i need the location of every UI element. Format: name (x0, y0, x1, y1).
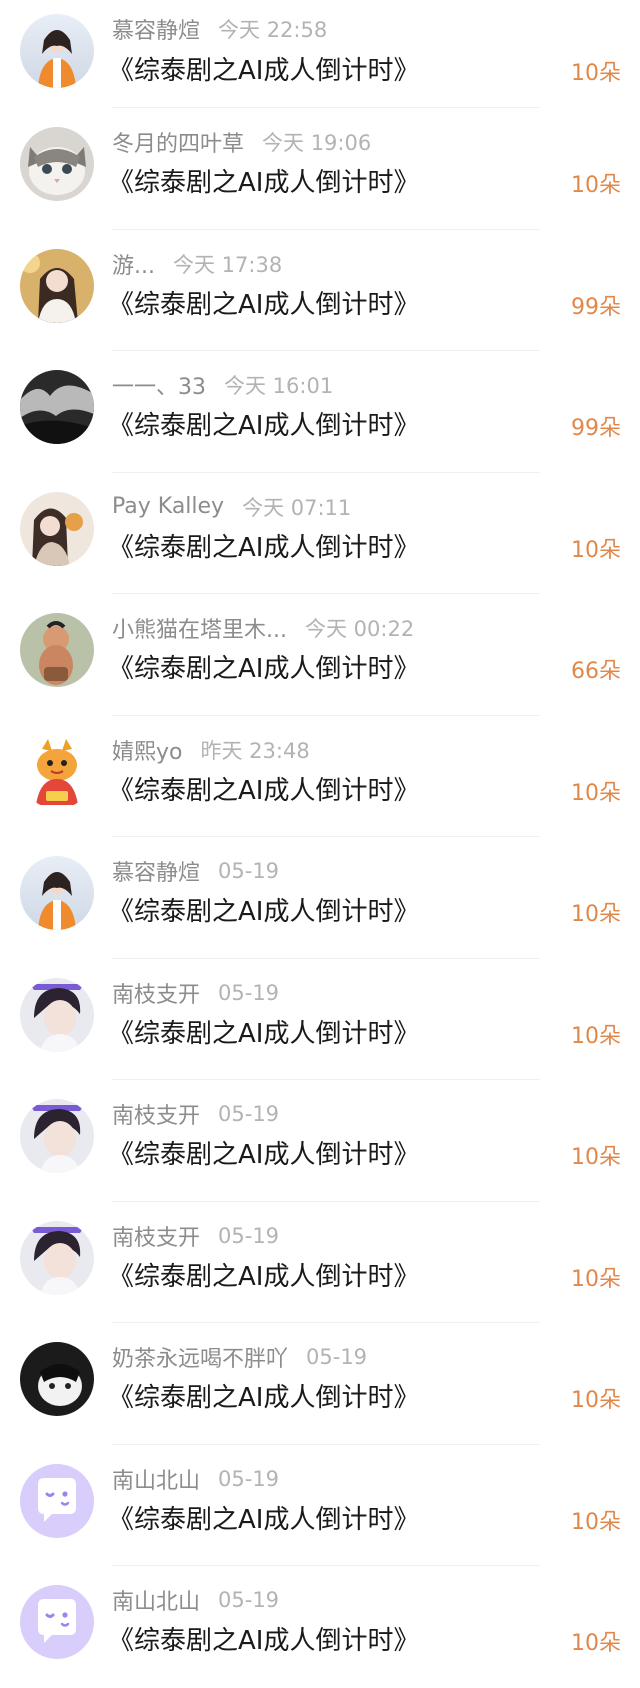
username[interactable]: 南山北山 (112, 1463, 200, 1495)
list-item[interactable]: 小熊猫在塔里木... 今天 00:22 《综泰剧之AI成人倒计时》 66朵 (0, 594, 640, 716)
list-item[interactable]: 南枝支开 05-19 《综泰剧之AI成人倒计时》 10朵 (0, 1080, 640, 1202)
timestamp: 今天 16:01 (224, 374, 334, 398)
timestamp: 05-19 (218, 859, 280, 883)
list-item[interactable]: 冬月的四叶草 今天 19:06 《综泰剧之AI成人倒计时》 10朵 (0, 108, 640, 230)
avatar[interactable] (20, 14, 94, 88)
avatar[interactable] (20, 491, 94, 566)
book-title[interactable]: 《综泰剧之AI成人倒计时》 (108, 648, 419, 685)
avatar[interactable] (20, 1342, 94, 1416)
avatar[interactable] (20, 1099, 94, 1173)
username[interactable]: 慕容静煊 (112, 855, 200, 887)
flower-count: 10朵 (571, 902, 621, 927)
book-title[interactable]: 《综泰剧之AI成人倒计时》 (108, 527, 419, 564)
username[interactable]: 南枝支开 (112, 977, 200, 1009)
book-title[interactable]: 《综泰剧之AI成人倒计时》 (108, 1256, 419, 1293)
list-item[interactable]: 婧熙yo 昨天 23:48 《综泰剧之AI成人倒计时》 10朵 (0, 716, 640, 837)
list-item[interactable]: 南枝支开 05-19 《综泰剧之AI成人倒计时》 10朵 (0, 1202, 640, 1323)
flower-count: 10朵 (571, 173, 621, 198)
book-title[interactable]: 《综泰剧之AI成人倒计时》 (108, 1013, 419, 1050)
avatar[interactable] (20, 613, 94, 687)
username[interactable]: 奶茶永远喝不胖吖 (112, 1341, 288, 1373)
username[interactable]: 南山北山 (112, 1584, 200, 1616)
username[interactable]: 小熊猫在塔里木... (112, 612, 287, 644)
book-title[interactable]: 《综泰剧之AI成人倒计时》 (108, 405, 419, 442)
list-item[interactable]: 南山北山 05-19 《综泰剧之AI成人倒计时》 10朵 (0, 1445, 640, 1566)
book-title[interactable]: 《综泰剧之AI成人倒计时》 (108, 1620, 419, 1657)
timestamp: 今天 19:06 (262, 131, 372, 155)
flower-count: 10朵 (571, 61, 621, 86)
list-item[interactable]: 奶茶永远喝不胖吖 05-19 《综泰剧之AI成人倒计时》 10朵 (0, 1323, 640, 1445)
flower-count: 10朵 (571, 1023, 621, 1049)
avatar[interactable] (20, 127, 94, 201)
username[interactable]: 慕容静煊 (112, 13, 200, 45)
username[interactable]: 冬月的四叶草 (112, 126, 244, 158)
username[interactable]: 南枝支开 (112, 1098, 200, 1130)
list-item[interactable]: Pay Kalley 今天 07:11 《综泰剧之AI成人倒计时》 10朵 (0, 473, 640, 594)
list-item[interactable]: 慕容静煊 今天 22:58 《综泰剧之AI成人倒计时》 10朵 (0, 0, 640, 108)
book-title[interactable]: 《综泰剧之AI成人倒计时》 (108, 162, 419, 199)
gift-record-list: 慕容静煊 今天 22:58 《综泰剧之AI成人倒计时》 10朵 冬月的四叶草 今… (0, 0, 640, 1688)
avatar[interactable] (20, 248, 94, 323)
flower-count: 66朵 (571, 659, 621, 684)
timestamp: 今天 00:22 (304, 617, 415, 641)
book-title[interactable]: 《综泰剧之AI成人倒计时》 (108, 50, 419, 87)
avatar[interactable] (20, 370, 94, 444)
avatar[interactable] (20, 734, 94, 809)
username[interactable]: 一一、33 (112, 369, 206, 401)
timestamp: 今天 07:11 (242, 495, 352, 520)
timestamp: 05-19 (218, 980, 280, 1005)
flower-count: 99朵 (571, 294, 621, 320)
avatar[interactable] (20, 1463, 94, 1538)
username[interactable]: Pay Kalley (112, 494, 224, 519)
timestamp: 今天 17:38 (172, 252, 283, 277)
book-title[interactable]: 《综泰剧之AI成人倒计时》 (108, 891, 419, 928)
timestamp: 昨天 23:48 (200, 738, 310, 763)
avatar[interactable] (20, 1220, 94, 1295)
flower-count: 10朵 (571, 1145, 621, 1170)
avatar[interactable] (20, 856, 94, 930)
avatar[interactable] (20, 977, 94, 1052)
book-title[interactable]: 《综泰剧之AI成人倒计时》 (108, 770, 419, 807)
timestamp: 05-19 (218, 1588, 280, 1612)
book-title[interactable]: 《综泰剧之AI成人倒计时》 (108, 1499, 419, 1536)
timestamp: 今天 22:58 (218, 18, 328, 42)
avatar[interactable] (20, 1585, 94, 1659)
flower-count: 10朵 (571, 537, 621, 563)
book-title[interactable]: 《综泰剧之AI成人倒计时》 (108, 1134, 419, 1171)
flower-count: 10朵 (571, 780, 621, 806)
flower-count: 10朵 (571, 1266, 621, 1292)
flower-count: 10朵 (571, 1631, 621, 1656)
list-item[interactable]: 慕容静煊 05-19 《综泰剧之AI成人倒计时》 10朵 (0, 837, 640, 959)
timestamp: 05-19 (218, 1223, 280, 1248)
book-title[interactable]: 《综泰剧之AI成人倒计时》 (108, 1377, 419, 1414)
flower-count: 10朵 (571, 1509, 621, 1535)
list-item[interactable]: 一一、33 今天 16:01 《综泰剧之AI成人倒计时》 99朵 (0, 351, 640, 473)
list-item[interactable]: 南枝支开 05-19 《综泰剧之AI成人倒计时》 10朵 (0, 959, 640, 1080)
username[interactable]: 游... (112, 248, 155, 280)
timestamp: 05-19 (306, 1345, 368, 1369)
flower-count: 10朵 (571, 1388, 621, 1413)
list-item[interactable]: 游... 今天 17:38 《综泰剧之AI成人倒计时》 99朵 (0, 230, 640, 351)
list-item[interactable]: 南山北山 05-19 《综泰剧之AI成人倒计时》 10朵 (0, 1566, 640, 1688)
book-title[interactable]: 《综泰剧之AI成人倒计时》 (108, 284, 419, 321)
timestamp: 05-19 (218, 1102, 280, 1126)
flower-count: 99朵 (571, 416, 621, 441)
username[interactable]: 婧熙yo (112, 734, 182, 766)
timestamp: 05-19 (218, 1466, 280, 1491)
username[interactable]: 南枝支开 (112, 1220, 200, 1252)
